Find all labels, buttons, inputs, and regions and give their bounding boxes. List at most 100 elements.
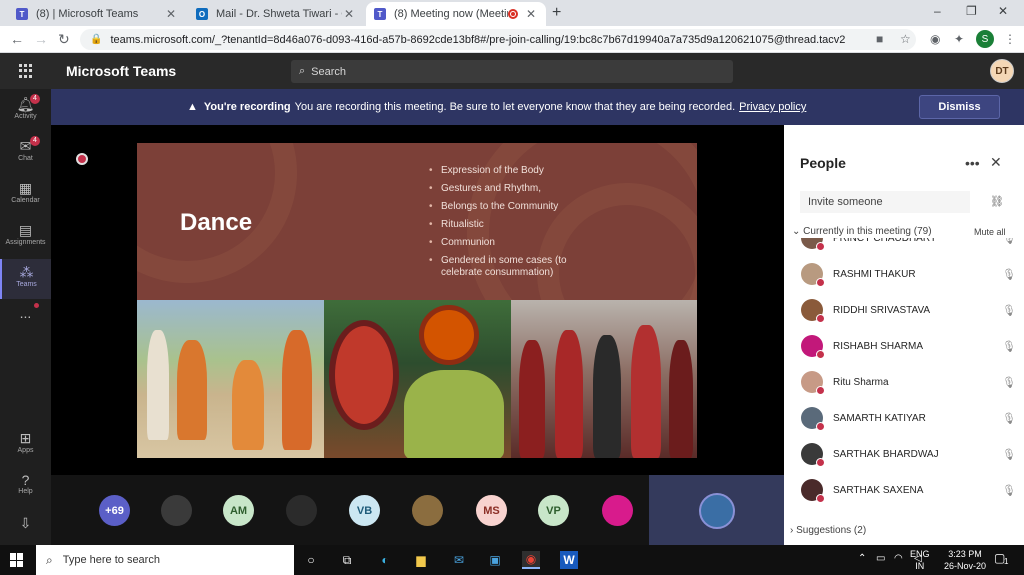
taskbar-search-input[interactable]: ⌕ Type here to search: [36, 545, 294, 575]
recording-indicator-icon: [76, 153, 88, 165]
participant-avatar[interactable]: VP: [538, 495, 569, 526]
participant-name: RASHMI THAKUR: [833, 268, 916, 280]
windows-start-icon[interactable]: [10, 553, 24, 567]
participant-row[interactable]: PRINCY CHAUDHARY 🎙︎: [784, 238, 1024, 256]
participant-row[interactable]: SARTHAK BHARDWAJ 🎙︎: [784, 436, 1024, 472]
participant-avatar[interactable]: +69: [99, 495, 130, 526]
rail-item-calendar[interactable]: ▦ Calendar: [0, 175, 51, 215]
address-bar[interactable]: 🔒 teams.microsoft.com/_?tenantId=8d46a07…: [80, 29, 916, 50]
clock[interactable]: 3:23 PM 26-Nov-20: [944, 548, 986, 572]
camera-icon[interactable]: ■: [876, 32, 883, 46]
task-view-icon[interactable]: ⧉: [338, 551, 356, 569]
browser-tab-teams[interactable]: T (8) | Microsoft Teams ✕: [8, 2, 186, 26]
user-avatar[interactable]: DT: [990, 59, 1014, 83]
rail-item-apps[interactable]: ⊞ Apps: [0, 425, 51, 465]
mute-all-button[interactable]: Mute all: [974, 227, 1006, 237]
profile-avatar[interactable]: S: [976, 30, 994, 48]
rail-item-more[interactable]: ...: [0, 305, 51, 331]
date: 26-Nov-20: [944, 561, 987, 571]
chevron-up-icon[interactable]: ⌃: [858, 553, 866, 564]
invite-input[interactable]: Invite someone: [800, 191, 970, 213]
participant-row[interactable]: RISHABH SHARMA 🎙︎: [784, 328, 1024, 364]
new-tab-button[interactable]: +: [552, 4, 561, 22]
wifi-icon[interactable]: ◠: [894, 553, 903, 564]
bullet: Expression of the Body: [429, 165, 589, 177]
rail-item-teams[interactable]: ⁂ Teams: [0, 259, 51, 299]
mic-off-icon[interactable]: 🎙︎: [994, 268, 1024, 281]
participant-avatar[interactable]: [412, 495, 443, 526]
maximize-button[interactable]: ❐: [966, 4, 977, 18]
mic-off-icon[interactable]: 🎙︎: [994, 448, 1024, 461]
search-icon: ⌕: [299, 65, 306, 77]
rail-label: Chat: [18, 155, 33, 162]
rail-item-activity[interactable]: 🔔︎ 4 Activity: [0, 91, 51, 131]
close-panel-icon[interactable]: ✕: [990, 154, 1002, 171]
reload-icon[interactable]: ↻: [58, 31, 70, 48]
app-launcher-icon[interactable]: [19, 64, 33, 78]
word-icon[interactable]: W: [560, 551, 578, 569]
battery-icon[interactable]: ▭: [876, 553, 885, 564]
puzzle-icon[interactable]: ✦: [954, 32, 964, 46]
participant-row[interactable]: SARTHAK SAXENA 🎙︎: [784, 472, 1024, 508]
language-indicator[interactable]: ENG IN: [910, 548, 930, 572]
participant-name: Ritu Sharma: [833, 376, 889, 388]
participant-row[interactable]: RIDDHI SRIVASTAVA 🎙︎: [784, 292, 1024, 328]
participant-avatar[interactable]: [161, 495, 192, 526]
minimize-button[interactable]: –: [934, 4, 941, 18]
participant-row[interactable]: RASHMI THAKUR 🎙︎: [784, 256, 1024, 292]
participant-row[interactable]: SAMARTH KATIYAR 🎙︎: [784, 400, 1024, 436]
window-close-button[interactable]: ✕: [998, 4, 1008, 18]
rail-item-chat[interactable]: ✉︎ 4 Chat: [0, 133, 51, 173]
file-explorer-icon[interactable]: ▆: [412, 551, 430, 569]
star-icon[interactable]: ☆: [900, 32, 911, 46]
mic-off-icon[interactable]: 🎙︎: [994, 412, 1024, 425]
apps-icon: ⊞: [19, 430, 32, 446]
help-icon: ?: [21, 472, 30, 488]
suggestions-header[interactable]: › Suggestions (2): [790, 525, 866, 536]
close-icon[interactable]: ✕: [524, 7, 538, 21]
participant-avatar[interactable]: MS: [476, 495, 507, 526]
avatar: [801, 443, 825, 467]
forward-icon[interactable]: →: [34, 31, 48, 47]
mail-icon[interactable]: ✉: [450, 551, 468, 569]
search-input[interactable]: ⌕ Search: [291, 60, 733, 83]
dismiss-button[interactable]: Dismiss: [919, 95, 1000, 119]
more-options-icon[interactable]: •••: [965, 155, 980, 171]
mic-off-icon[interactable]: 🎙︎: [994, 340, 1024, 353]
participant-avatar[interactable]: AM: [223, 495, 254, 526]
browser-tab-meeting[interactable]: T (8) Meeting now (Meeting) | ✕: [366, 2, 546, 26]
mic-off-icon[interactable]: 🎙︎: [994, 304, 1024, 317]
mic-off-icon[interactable]: 🎙︎: [994, 376, 1024, 389]
self-video-tile[interactable]: [649, 475, 784, 545]
chat-icon: ✉︎: [19, 138, 32, 154]
browser-toolbar: ← → ↻ 🔒 teams.microsoft.com/_?tenantId=8…: [0, 26, 1024, 53]
participant-row[interactable]: Ritu Sharma 🎙︎: [784, 364, 1024, 400]
cortana-icon[interactable]: ○: [302, 551, 320, 569]
avatar: [801, 407, 825, 431]
meeting-section-header[interactable]: ⌄ Currently in this meeting (79): [792, 226, 932, 237]
participant-name: SARTHAK BHARDWAJ: [833, 448, 939, 460]
rail-item-download[interactable]: ⇩: [0, 511, 51, 537]
close-icon[interactable]: ✕: [342, 7, 356, 21]
rail-item-help[interactable]: ? Help: [0, 467, 51, 507]
bullet: Belongs to the Community: [429, 201, 589, 213]
rail-label: Teams: [16, 281, 37, 288]
mic-off-icon[interactable]: 🎙︎: [994, 238, 1024, 245]
menu-icon[interactable]: ⋮: [1004, 32, 1016, 46]
privacy-policy-link[interactable]: Privacy policy: [739, 101, 806, 113]
close-icon[interactable]: ✕: [164, 7, 178, 21]
mic-off-icon[interactable]: 🎙︎: [994, 484, 1024, 497]
share-link-icon[interactable]: ⛓: [990, 195, 1004, 208]
participant-avatar[interactable]: [602, 495, 633, 526]
browser-tab-outlook[interactable]: O Mail - Dr. Shweta Tiwari - Outlo ✕: [188, 2, 364, 26]
recording-banner: ▲ You're recording You are recording thi…: [51, 89, 1024, 125]
lang: ENG: [910, 549, 930, 559]
store-icon[interactable]: ▣: [486, 551, 504, 569]
edge-icon[interactable]: ◐: [376, 551, 394, 569]
back-icon[interactable]: ←: [10, 31, 24, 47]
rail-item-assignments[interactable]: ▤ Assignments: [0, 217, 51, 257]
participant-avatar[interactable]: [286, 495, 317, 526]
extension-icon[interactable]: ◉: [930, 32, 940, 46]
participant-avatar[interactable]: VB: [349, 495, 380, 526]
chrome-icon[interactable]: ◉: [522, 551, 540, 569]
